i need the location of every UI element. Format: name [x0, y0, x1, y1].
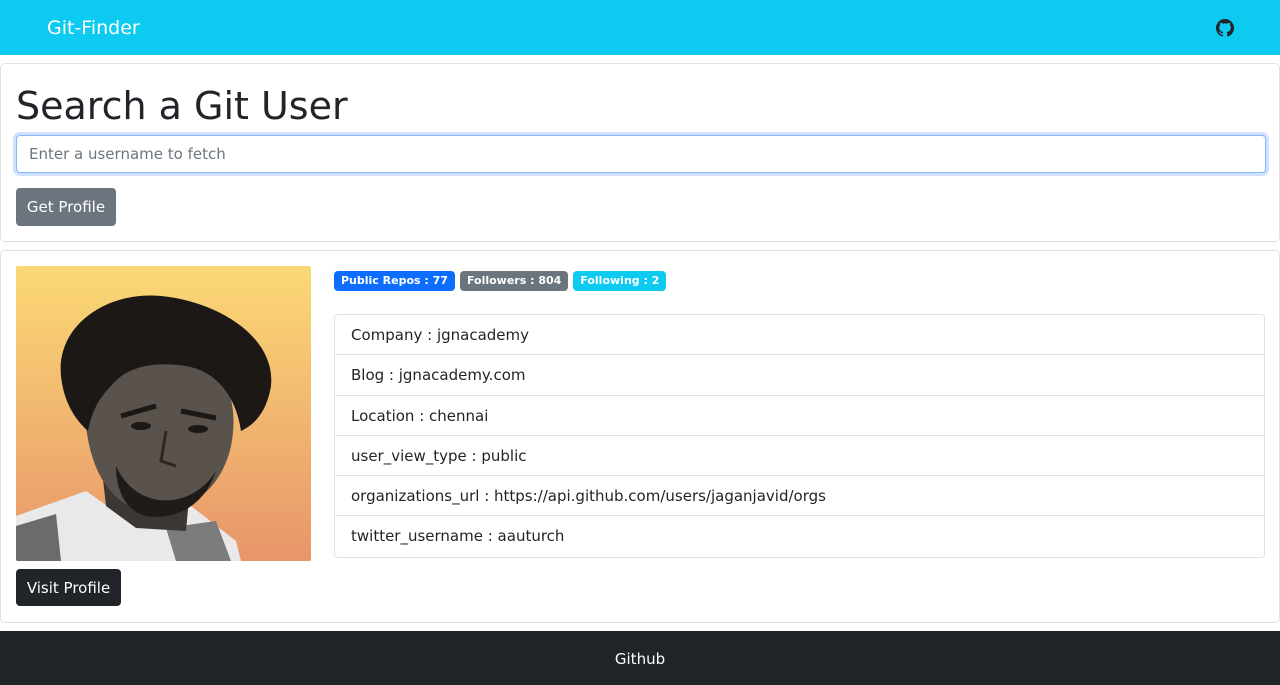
profile-card: Visit Profile Public Repos : 77 Follower… [0, 250, 1280, 623]
followers-badge: Followers : 804 [459, 271, 569, 291]
visit-profile-button[interactable]: Visit Profile [16, 569, 121, 606]
github-icon[interactable] [1216, 19, 1234, 37]
stats-badges: Public Repos : 77 Followers : 804 Follow… [334, 271, 667, 291]
detail-blog: Blog : jgnacademy.com [335, 355, 1264, 396]
page-title: Search a Git User [16, 84, 348, 128]
search-card: Search a Git User Get Profile [0, 63, 1280, 242]
following-badge: Following : 2 [573, 271, 667, 291]
username-search-input[interactable] [16, 135, 1266, 173]
detail-company: Company : jgnacademy [335, 315, 1264, 356]
detail-user-view-type: user_view_type : public [335, 436, 1264, 477]
get-profile-button[interactable]: Get Profile [16, 188, 116, 226]
public-repos-badge: Public Repos : 77 [334, 271, 455, 291]
user-avatar-photo [16, 266, 311, 561]
profile-details-list: Company : jgnacademy Blog : jgnacademy.c… [334, 314, 1265, 558]
detail-location: Location : chennai [335, 396, 1264, 436]
navbar: Git-Finder [0, 0, 1280, 55]
brand-link[interactable]: Git-Finder [47, 16, 140, 40]
footer: Github [0, 631, 1280, 685]
detail-organizations-url: organizations_url : https://api.github.c… [335, 476, 1264, 517]
detail-twitter-username: twitter_username : aauturch [351, 527, 565, 546]
footer-text: Github [614, 650, 666, 668]
